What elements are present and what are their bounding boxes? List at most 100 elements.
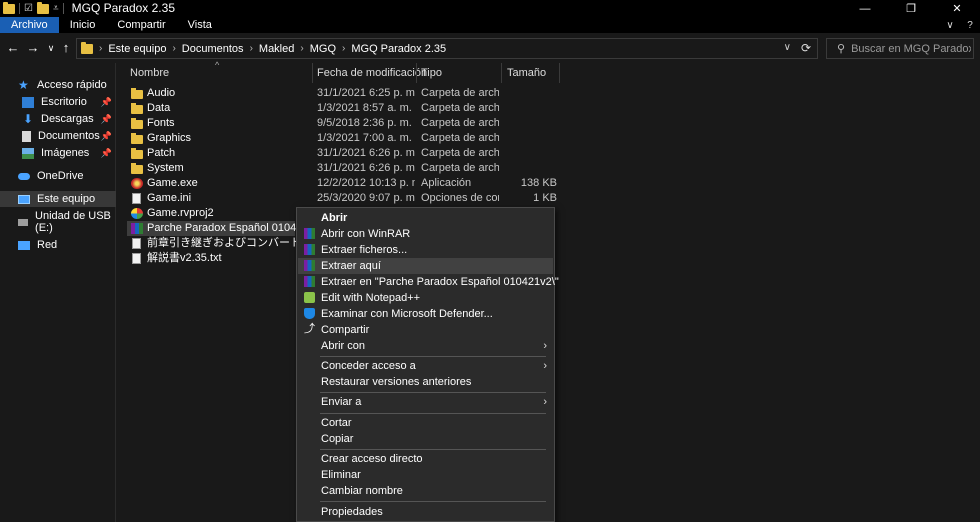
column-header-type[interactable]: Tipo	[421, 63, 442, 83]
column-divider[interactable]	[501, 63, 502, 83]
sidebar-item-documentos[interactable]: Documentos 📌	[0, 128, 116, 144]
menu-item-abrir-con[interactable]: Abrir con ›	[298, 338, 553, 354]
column-divider[interactable]	[416, 63, 417, 83]
menu-item-cambiar-nombre[interactable]: Cambiar nombre	[298, 483, 553, 499]
close-button[interactable]: ✕	[934, 0, 980, 17]
file-row[interactable]: System 31/1/2021 6:26 p. m. Carpeta de a…	[127, 161, 557, 176]
file-date: 25/3/2020 9:07 p. m.	[317, 192, 415, 204]
menu-item-abrir-con-winrar[interactable]: Abrir con WinRAR	[298, 226, 553, 242]
file-row[interactable]: Game.exe 12/2/2012 10:13 p. m. Aplicació…	[127, 176, 557, 191]
menu-item-cortar[interactable]: Cortar	[298, 415, 553, 431]
sidebar-item-descargas[interactable]: ⬇ Descargas 📌	[0, 111, 116, 127]
tab-inicio[interactable]: Inicio	[59, 17, 107, 33]
menu-item-extraer-aqui[interactable]: Extraer aquí	[298, 258, 553, 274]
customize-toolbar-icon[interactable]: ⩡	[53, 0, 59, 17]
sidebar-item-imagenes[interactable]: Imágenes 📌	[0, 145, 116, 161]
navigation-pane: ★ Acceso rápido Escritorio 📌 ⬇ Descargas…	[0, 63, 116, 522]
column-header-size[interactable]: Tamaño	[507, 63, 546, 83]
properties-icon[interactable]: ☑	[24, 0, 33, 17]
breadcrumb-chevron-icon[interactable]: ›	[342, 43, 345, 54]
menu-item-extraer-en-carpeta[interactable]: Extraer en "Parche Paradox Español 01042…	[298, 274, 559, 290]
breadcrumb-mgq[interactable]: MGQ	[310, 43, 336, 55]
breadcrumb-chevron-icon[interactable]: ›	[250, 43, 253, 54]
breadcrumb-chevron-icon[interactable]: ›	[172, 43, 175, 54]
sidebar-item-escritorio[interactable]: Escritorio 📌	[0, 94, 116, 110]
refresh-icon[interactable]: ⟳	[801, 41, 811, 55]
breadcrumb-mgq-paradox[interactable]: MGQ Paradox 2.35	[351, 43, 446, 55]
sidebar-item-usb[interactable]: Unidad de USB (E:)	[0, 210, 116, 234]
file-type: Carpeta de archivos	[421, 117, 499, 129]
breadcrumb-chevron-icon[interactable]: ›	[99, 43, 102, 54]
back-arrow-icon[interactable]: ←	[4, 39, 22, 57]
game-exe-icon	[131, 178, 143, 189]
file-name: Game.exe	[147, 177, 198, 189]
tab-archivo[interactable]: Archivo	[0, 17, 59, 33]
folder-icon	[131, 87, 143, 99]
maximize-button[interactable]: ❐	[888, 0, 934, 17]
column-header-name[interactable]: Nombre	[130, 63, 169, 83]
menu-divider	[320, 356, 546, 357]
up-arrow-icon[interactable]: ↑	[57, 39, 75, 57]
sidebar-item-red[interactable]: Red	[0, 237, 116, 253]
tab-vista[interactable]: Vista	[177, 17, 223, 33]
file-row[interactable]: Game.ini 25/3/2020 9:07 p. m. Opciones d…	[127, 191, 557, 206]
breadcrumb-chevron-icon[interactable]: ›	[300, 43, 303, 54]
menu-item-abrir[interactable]: Abrir	[298, 210, 553, 226]
menu-item-crear-acceso-directo[interactable]: Crear acceso directo	[298, 451, 553, 467]
file-name: 前章引き継ぎおよびコンバート.txt	[147, 237, 297, 249]
sidebar-item-acceso-rapido[interactable]: ★ Acceso rápido	[0, 77, 116, 93]
expand-ribbon-icon[interactable]: ∨	[940, 20, 960, 31]
forward-arrow-icon[interactable]: →	[24, 39, 42, 57]
file-name: Graphics	[147, 132, 192, 144]
context-menu: Abrir Abrir con WinRAR Extraer ficheros.…	[296, 207, 559, 522]
sidebar-item-onedrive[interactable]: OneDrive	[0, 168, 116, 184]
column-header-date[interactable]: Fecha de modificación	[317, 63, 427, 83]
file-row[interactable]: Audio 31/1/2021 6:25 p. m. Carpeta de ar…	[127, 86, 557, 101]
file-date: 1/3/2021 7:00 a. m.	[317, 132, 412, 144]
menu-item-conceder-acceso[interactable]: Conceder acceso a ›	[298, 358, 553, 374]
breadcrumb-este-equipo[interactable]: Este equipo	[108, 43, 166, 55]
menu-item-propiedades[interactable]: Propiedades	[298, 504, 553, 520]
share-icon: ⤴	[304, 323, 315, 335]
pin-icon[interactable]: 📌	[101, 94, 112, 110]
menu-item-edit-notepad[interactable]: Edit with Notepad++	[298, 290, 553, 306]
file-name: Audio	[147, 87, 176, 99]
menu-item-copiar[interactable]: Copiar	[298, 431, 553, 447]
minimize-button[interactable]: —	[842, 0, 888, 17]
file-name: Game.rvproj2	[147, 207, 214, 219]
breadcrumb-makled[interactable]: Makled	[259, 43, 294, 55]
file-row-selected[interactable]: Parche Paradox Español 010421v2.rar	[127, 221, 297, 236]
file-size	[503, 86, 557, 101]
address-dropdown-icon[interactable]: ∨	[784, 42, 791, 53]
pin-icon[interactable]: 📌	[101, 145, 112, 161]
column-divider[interactable]	[312, 63, 313, 83]
winrar-icon	[304, 228, 315, 239]
search-box[interactable]: ⚲	[826, 38, 974, 59]
file-row[interactable]: Patch 31/1/2021 6:26 p. m. Carpeta de ar…	[127, 146, 557, 161]
menu-item-restaurar-versiones[interactable]: Restaurar versiones anteriores	[298, 374, 553, 390]
new-folder-icon[interactable]	[36, 1, 49, 14]
menu-item-examinar-defender[interactable]: Examinar con Microsoft Defender...	[298, 306, 553, 322]
pin-icon[interactable]: 📌	[101, 111, 112, 127]
menu-item-enviar-a[interactable]: Enviar a ›	[298, 394, 553, 410]
menu-item-compartir[interactable]: ⤴ Compartir	[298, 322, 553, 338]
search-input[interactable]	[851, 42, 972, 55]
file-name: Data	[147, 102, 171, 114]
menu-item-extraer-ficheros[interactable]: Extraer ficheros...	[298, 242, 553, 258]
address-bar[interactable]: › Este equipo › Documentos › Makled › MG…	[76, 38, 818, 59]
computer-icon	[18, 194, 30, 204]
column-divider[interactable]	[559, 63, 560, 83]
menu-divider	[320, 501, 546, 502]
file-row[interactable]: Graphics 1/3/2021 7:00 a. m. Carpeta de …	[127, 131, 557, 146]
file-row[interactable]: Fonts 9/5/2018 2:36 p. m. Carpeta de arc…	[127, 116, 557, 131]
file-name: Patch	[147, 147, 176, 159]
menu-item-eliminar[interactable]: Eliminar	[298, 467, 553, 483]
menu-divider	[320, 392, 546, 393]
file-row[interactable]: Data 1/3/2021 8:57 a. m. Carpeta de arch…	[127, 101, 557, 116]
breadcrumb-documentos[interactable]: Documentos	[182, 43, 244, 55]
help-icon[interactable]: ?	[960, 20, 980, 31]
file-type: Carpeta de archivos	[421, 147, 499, 159]
sidebar-item-este-equipo[interactable]: Este equipo	[0, 191, 116, 207]
pin-icon[interactable]: 📌	[101, 128, 112, 144]
tab-compartir[interactable]: Compartir	[106, 17, 176, 33]
